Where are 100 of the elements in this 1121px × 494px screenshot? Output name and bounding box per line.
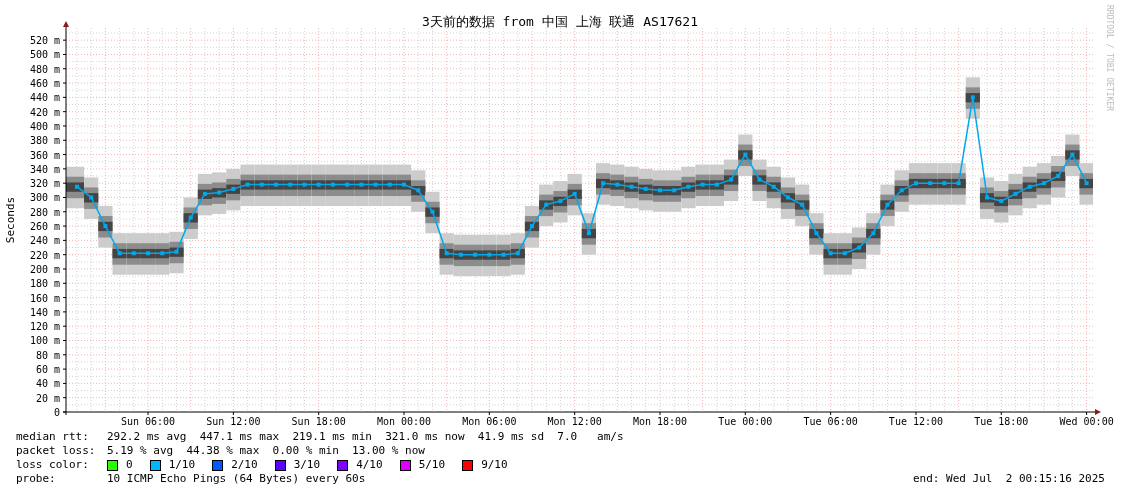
median-marker (74, 184, 79, 189)
y-tick-label: 100 m (29, 335, 60, 347)
y-tick-label: 240 m (29, 235, 60, 247)
median-marker (302, 182, 307, 187)
y-tick-label: 200 m (29, 264, 60, 275)
median-marker (1056, 174, 1061, 178)
median-marker (558, 199, 563, 204)
loss-level-label: 3/10 (293, 458, 321, 472)
x-tick-label: Mon 12:00 (547, 416, 602, 427)
x-tick-label: Sun 06:00 (120, 416, 176, 427)
median-marker (714, 182, 719, 187)
median-marker (402, 182, 406, 187)
y-tick-label: 460 m (29, 78, 60, 90)
median-marker (700, 182, 705, 187)
x-tick-label: Tue 00:00 (718, 416, 773, 427)
median-marker (316, 182, 321, 187)
median-marker (928, 181, 933, 186)
stat-values: 292.2 ms avg 447.1 ms max 219.1 ms min 321.0 ms now 41.9 ms sd 7.0 am/s (107, 430, 624, 444)
median-marker (416, 188, 421, 193)
median-marker (430, 209, 435, 214)
median-marker (259, 182, 264, 187)
median-marker (103, 224, 108, 229)
median-marker (729, 177, 734, 182)
median-marker (131, 251, 136, 256)
median-marker (501, 252, 506, 257)
median-marker (743, 152, 748, 157)
median-marker (231, 186, 236, 191)
median-marker (814, 231, 819, 236)
median-marker (487, 252, 492, 257)
median-marker (473, 252, 478, 257)
y-axis-label: Seconds (4, 196, 17, 244)
median-marker (586, 231, 591, 236)
x-tick-label: Mon 18:00 (632, 416, 688, 427)
median-marker (274, 182, 279, 187)
x-tick-label: Mon 06:00 (462, 416, 517, 427)
y-tick-label: 260 m (29, 221, 60, 233)
stat-label: packet loss: (16, 444, 97, 458)
median-marker (686, 184, 691, 189)
loss-level-label: 5/10 (418, 458, 446, 472)
median-marker (544, 202, 549, 207)
median-marker (629, 184, 634, 189)
median-marker (1084, 181, 1089, 186)
median-marker (117, 251, 122, 256)
x-tick-label: Tue 06:00 (803, 416, 858, 427)
median-marker (643, 186, 648, 191)
median-marker (970, 95, 975, 100)
x-tick-label: Tue 12:00 (888, 416, 944, 427)
median-marker (217, 190, 222, 195)
median-marker (757, 177, 762, 182)
median-marker (672, 188, 677, 193)
y-tick-label: 280 m (29, 206, 60, 218)
median-marker (601, 181, 606, 186)
y-tick-label: 320 m (29, 178, 60, 190)
y-tick-label: 400 m (29, 120, 60, 132)
median-marker (330, 182, 335, 187)
loss-level-label: 9/10 (481, 458, 508, 472)
median-marker (530, 224, 534, 229)
y-tick-label: 40 m (35, 378, 60, 390)
median-marker (1070, 152, 1075, 157)
median-marker (444, 251, 449, 256)
y-tick-label: 180 m (29, 278, 60, 290)
median-marker (1027, 184, 1032, 189)
median-marker (899, 188, 904, 193)
credit-text: RRDTOOL / TOBI OETIKER (1105, 5, 1114, 111)
probe-label: probe: (16, 472, 57, 486)
median-marker (999, 199, 1004, 204)
median-marker (515, 251, 520, 256)
median-marker (89, 195, 94, 200)
median-marker (885, 202, 890, 207)
y-tick-label: 300 m (29, 192, 60, 204)
y-tick-label: 500 m (29, 49, 60, 61)
median-marker (1041, 181, 1046, 186)
median-marker (387, 182, 392, 187)
median-marker (345, 182, 350, 187)
y-tick-label: 80 m (35, 349, 60, 361)
y-tick-label: 20 m (35, 392, 60, 404)
median-marker (359, 182, 364, 187)
median-marker (373, 182, 378, 187)
y-tick-label: 440 m (29, 92, 60, 104)
median-marker (785, 195, 790, 200)
probe-value: 10 ICMP Echo Pings (64 Bytes) every 60s (107, 472, 366, 486)
median-marker (146, 251, 151, 256)
y-tick-label: 220 m (29, 249, 60, 261)
y-tick-label: 420 m (29, 106, 60, 118)
median-marker (202, 191, 207, 196)
y-tick-label: 340 m (29, 163, 60, 175)
loss-level-label: 0 (126, 458, 133, 472)
median-marker (985, 195, 990, 200)
median-marker (842, 251, 847, 256)
x-tick-label: Wed 00:00 (1059, 416, 1114, 427)
median-marker (913, 181, 918, 186)
median-marker (771, 184, 776, 189)
x-tick-label: Tue 18:00 (974, 416, 1029, 427)
y-tick-label: 60 m (35, 364, 60, 376)
median-marker (871, 231, 876, 236)
y-tick-label: 0 (53, 407, 60, 418)
median-marker (658, 188, 662, 193)
median-marker (174, 249, 179, 254)
x-tick-label: Mon 00:00 (376, 416, 432, 427)
stat-label: median rtt: (16, 430, 90, 444)
